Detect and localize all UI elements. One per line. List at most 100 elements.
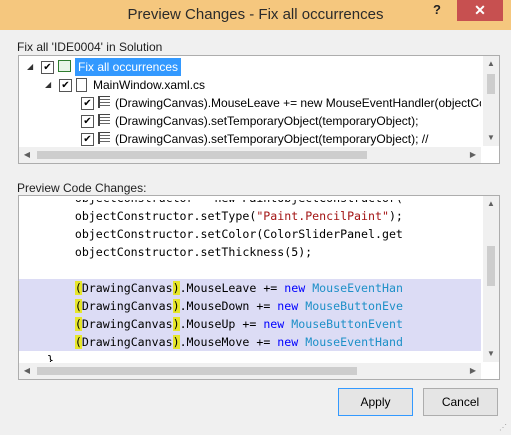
cs-file-icon — [76, 78, 87, 92]
code-preview-content: objectConstructor = new PaintObjectConst… — [19, 196, 481, 362]
scroll-left-icon[interactable]: ◀ — [19, 363, 35, 379]
tree-change-item[interactable]: ✔ (DrawingCanvas).setTemporaryObject(temp… — [19, 112, 481, 130]
code-member: .MouseUp += — [179, 317, 264, 331]
removed-paren: ) — [172, 299, 180, 313]
code-type: MouseEventHan — [305, 281, 403, 295]
tree-change-item[interactable]: ✔ (DrawingCanvas).setTemporaryObject(temp… — [19, 130, 481, 146]
code-keyword: new — [284, 281, 306, 295]
code-preview: objectConstructor = new PaintObjectConst… — [18, 195, 500, 380]
code-member: .MouseMove += — [179, 335, 278, 349]
changes-tree: ◢ ✔ Fix all occurrences ◢ ✔ MainWindow.xaml.c… — [18, 55, 500, 164]
scroll-right-icon[interactable]: ▶ — [465, 147, 481, 163]
code-vertical-scrollbar[interactable]: ▲ ▼ — [483, 196, 499, 362]
code-line: objectConstructor.setColor(ColorSliderPa… — [19, 225, 481, 243]
help-button[interactable]: ? — [422, 0, 452, 22]
resize-grip-icon[interactable]: ⋰ — [499, 423, 509, 433]
code-text: objectConstructor.setColor(ColorSliderPa… — [74, 227, 403, 241]
item-checkbox[interactable]: ✔ — [81, 97, 94, 110]
code-member: .MouseLeave += — [179, 281, 285, 295]
close-button[interactable]: ✕ — [457, 0, 503, 21]
removed-paren: ) — [172, 317, 180, 331]
code-line: objectConstructor = new PaintObjectConst… — [19, 196, 481, 207]
tree-change-item[interactable]: ✔ (DrawingCanvas).MouseLeave += new Mouse… — [19, 94, 481, 112]
code-line: (DrawingCanvas).MouseDown += new MouseBu… — [19, 297, 481, 315]
tree-hscroll-thumb[interactable] — [37, 151, 367, 159]
tree-root-item[interactable]: ◢ ✔ Fix all occurrences — [19, 58, 481, 76]
item-checkbox[interactable]: ✔ — [59, 79, 72, 92]
code-text: objectConstructor.setThickness(5); — [74, 245, 313, 259]
apply-button[interactable]: Apply — [338, 388, 413, 416]
code-type: MouseButtonEvent — [284, 317, 403, 331]
code-keyword: new — [277, 299, 299, 313]
changes-tree-content: ◢ ✔ Fix all occurrences ◢ ✔ MainWindow.xaml.c… — [19, 56, 481, 146]
tree-file-item[interactable]: ◢ ✔ MainWindow.xaml.cs — [19, 76, 481, 94]
item-checkbox[interactable]: ✔ — [81, 115, 94, 128]
fix-all-icon — [58, 60, 71, 72]
removed-paren: ( — [74, 335, 82, 349]
item-checkbox[interactable]: ✔ — [81, 133, 94, 146]
removed-paren: ) — [172, 281, 180, 295]
scroll-down-icon[interactable]: ▼ — [483, 130, 499, 146]
code-line: (DrawingCanvas).MouseUp += new MouseButt… — [19, 315, 481, 333]
expand-arrow-icon[interactable]: ◢ — [27, 58, 37, 76]
code-line: objectConstructor.setThickness(5); — [19, 243, 481, 261]
removed-paren: ( — [74, 299, 82, 313]
code-keyword: new — [263, 317, 285, 331]
tree-item-label: Fix all occurrences — [75, 58, 182, 76]
expand-arrow-icon[interactable]: ◢ — [45, 76, 55, 94]
code-type: MouseButtonEve — [298, 299, 403, 313]
code-string: "Paint.PencilPaint" — [256, 209, 389, 223]
tree-vertical-scrollbar[interactable]: ▲ ▼ — [483, 56, 499, 146]
code-member: .MouseDown += — [179, 299, 278, 313]
scroll-up-icon[interactable]: ▲ — [483, 196, 499, 212]
code-scroll-thumb[interactable] — [487, 246, 495, 286]
code-text: objectConstructor.setType( — [74, 209, 257, 223]
code-text: } — [46, 353, 54, 362]
tree-item-label: (DrawingCanvas).setTemporaryObject(tempo… — [115, 132, 429, 146]
removed-paren: ( — [74, 317, 82, 331]
removed-paren: ( — [74, 281, 82, 295]
cast-type: DrawingCanvas — [81, 299, 173, 313]
scroll-down-icon[interactable]: ▼ — [483, 346, 499, 362]
title-bar: Preview Changes - Fix all occurrences ? … — [0, 0, 511, 30]
tree-item-label: (DrawingCanvas).setTemporaryObject(tempo… — [115, 114, 419, 128]
code-type: MouseEventHand — [298, 335, 403, 349]
code-horizontal-scrollbar[interactable]: ◀ ▶ — [19, 363, 481, 379]
code-line: (DrawingCanvas).MouseLeave += new MouseE… — [19, 279, 481, 297]
tree-item-label: (DrawingCanvas).MouseLeave += new MouseE… — [115, 96, 481, 110]
preview-changes-dialog: Preview Changes - Fix all occurrences ? … — [0, 0, 511, 435]
removed-paren: ) — [172, 335, 180, 349]
cast-type: DrawingCanvas — [81, 317, 173, 331]
tree-section-label: Fix all 'IDE0004' in Solution — [17, 40, 163, 54]
code-change-icon — [98, 114, 110, 126]
code-keyword: new — [277, 335, 299, 349]
tree-horizontal-scrollbar[interactable]: ◀ ▶ — [19, 147, 481, 163]
cast-type: DrawingCanvas — [81, 281, 173, 295]
code-line: (DrawingCanvas).MouseMove += new MouseEv… — [19, 333, 481, 351]
code-change-icon — [98, 132, 110, 144]
code-hscroll-thumb[interactable] — [37, 367, 357, 375]
tree-scroll-thumb[interactable] — [487, 74, 495, 94]
cancel-button[interactable]: Cancel — [423, 388, 498, 416]
code-text: ); — [388, 209, 403, 223]
cast-type: DrawingCanvas — [81, 335, 173, 349]
code-line: } — [19, 351, 481, 362]
scroll-right-icon[interactable]: ▶ — [465, 363, 481, 379]
code-text: objectConstructor = new PaintObjectConst… — [74, 196, 403, 205]
scroll-up-icon[interactable]: ▲ — [483, 56, 499, 72]
code-change-icon — [98, 96, 110, 108]
tree-item-label: MainWindow.xaml.cs — [93, 78, 206, 92]
scroll-left-icon[interactable]: ◀ — [19, 147, 35, 163]
code-section-label: Preview Code Changes: — [17, 181, 147, 195]
item-checkbox[interactable]: ✔ — [41, 61, 54, 74]
code-line: objectConstructor.setType("Paint.PencilP… — [19, 207, 481, 225]
